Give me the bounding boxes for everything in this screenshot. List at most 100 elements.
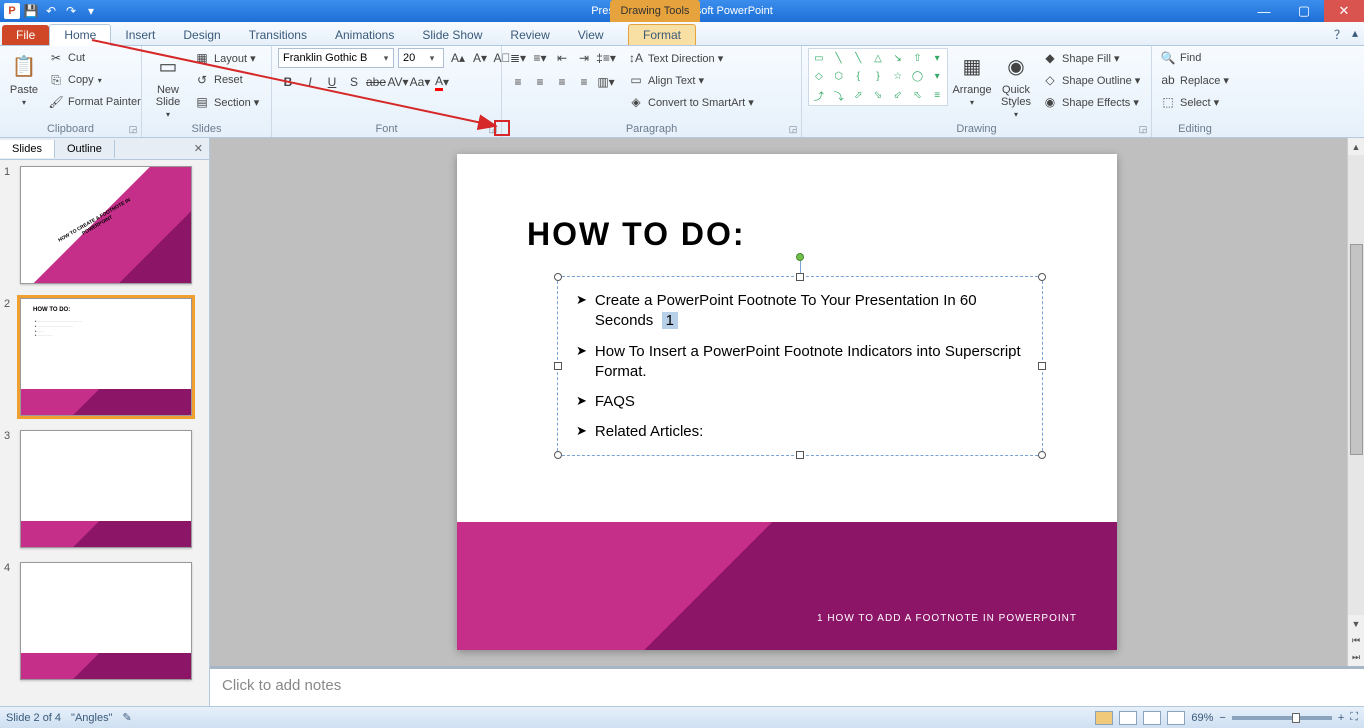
thumb-close-icon[interactable]: ✕ xyxy=(188,142,209,155)
window-close-button[interactable]: ✕ xyxy=(1324,0,1364,22)
resize-handle-s[interactable] xyxy=(796,451,804,459)
resize-handle-sw[interactable] xyxy=(554,451,562,459)
qat-undo-icon[interactable]: ↶ xyxy=(42,2,60,20)
increase-indent-icon[interactable]: ⇥ xyxy=(574,48,594,68)
section-button[interactable]: ▤Section ▾ xyxy=(192,92,261,112)
tab-slideshow[interactable]: Slide Show xyxy=(408,25,496,45)
line-spacing-icon[interactable]: ‡≡▾ xyxy=(596,48,616,68)
slide-footnote-text[interactable]: 1 HOW TO ADD A FOOTNOTE IN POWERPOINT xyxy=(817,613,1077,624)
cut-button[interactable]: ✂Cut xyxy=(46,48,143,68)
notes-pane[interactable]: Click to add notes xyxy=(210,666,1364,706)
tab-transitions[interactable]: Transitions xyxy=(235,25,321,45)
spellcheck-icon[interactable]: ✎ xyxy=(123,711,132,724)
paragraph-launcher-icon[interactable]: ◲ xyxy=(787,123,799,135)
bold-icon[interactable]: B xyxy=(278,72,298,92)
shapes-gallery[interactable]: ▭╲╲△↘⇧▾ ◇⬡{}☆◯▾ ⤴⤵⬀⬂⬃⬁≡ xyxy=(808,48,948,106)
columns-icon[interactable]: ▥▾ xyxy=(596,72,616,92)
reset-button[interactable]: ↺Reset xyxy=(192,70,261,90)
sorter-view-button[interactable] xyxy=(1119,711,1137,725)
paste-button[interactable]: 📋 Paste ▾ xyxy=(6,48,42,109)
decrease-indent-icon[interactable]: ⇤ xyxy=(552,48,572,68)
resize-handle-n[interactable] xyxy=(796,273,804,281)
tab-format[interactable]: Format xyxy=(628,24,696,45)
shape-outline-button[interactable]: ◇Shape Outline ▾ xyxy=(1040,70,1142,90)
bullet-item-2[interactable]: How To Insert a PowerPoint Footnote Indi… xyxy=(576,342,1024,383)
justify-icon[interactable]: ≡ xyxy=(574,72,594,92)
tab-view[interactable]: View xyxy=(564,25,618,45)
new-slide-button[interactable]: ▭ New Slide ▾ xyxy=(148,48,188,121)
fit-window-icon[interactable]: ⛶ xyxy=(1350,711,1358,724)
zoom-slider-thumb[interactable] xyxy=(1292,713,1300,723)
format-painter-button[interactable]: 🖌Format Painter xyxy=(46,92,143,112)
align-center-icon[interactable]: ≡ xyxy=(530,72,550,92)
window-minimize-button[interactable]: — xyxy=(1244,0,1284,22)
zoom-slider[interactable] xyxy=(1232,716,1332,720)
resize-handle-nw[interactable] xyxy=(554,273,562,281)
numbering-icon[interactable]: ≡▾ xyxy=(530,48,550,68)
slide-thumbnail-4[interactable] xyxy=(20,562,192,680)
bullet-item-4[interactable]: Related Articles: xyxy=(576,422,1024,442)
window-maximize-button[interactable]: ▢ xyxy=(1284,0,1324,22)
font-color-icon[interactable]: A▾ xyxy=(432,72,452,92)
qat-save-icon[interactable]: 💾 xyxy=(22,2,40,20)
zoom-in-icon[interactable]: + xyxy=(1338,712,1344,724)
thumb-tab-outline[interactable]: Outline xyxy=(55,140,115,158)
slide-thumbnail-1[interactable]: HOW TO CREATE A FOOTNOTE IN POWERPOINT xyxy=(20,166,192,284)
bullet-item-3[interactable]: FAQS xyxy=(576,392,1024,412)
copy-button[interactable]: ⎘Copy▾ xyxy=(46,70,143,90)
resize-handle-se[interactable] xyxy=(1038,451,1046,459)
help-icon[interactable]: ？ xyxy=(1334,26,1346,43)
clipboard-launcher-icon[interactable]: ◲ xyxy=(127,123,139,135)
font-name-combo[interactable]: ▾ xyxy=(278,48,394,68)
underline-icon[interactable]: U xyxy=(322,72,342,92)
normal-view-button[interactable] xyxy=(1095,711,1113,725)
convert-smartart-button[interactable]: ◈Convert to SmartArt ▾ xyxy=(626,92,756,112)
char-spacing-icon[interactable]: AV▾ xyxy=(388,72,408,92)
font-size-input[interactable] xyxy=(399,52,425,64)
quick-styles-button[interactable]: ◉Quick Styles▾ xyxy=(996,48,1036,121)
reading-view-button[interactable] xyxy=(1143,711,1161,725)
find-button[interactable]: 🔍Find xyxy=(1158,48,1231,68)
tab-animations[interactable]: Animations xyxy=(321,25,408,45)
decrease-font-icon[interactable]: A▾ xyxy=(470,48,490,68)
vertical-scrollbar[interactable]: ▲ ▼ ⏮ ⏭ xyxy=(1347,138,1364,666)
qat-customize-icon[interactable]: ▾ xyxy=(82,2,100,20)
content-textbox[interactable]: Create a PowerPoint Footnote To Your Pre… xyxy=(557,276,1043,456)
slideshow-view-button[interactable] xyxy=(1167,711,1185,725)
font-size-combo[interactable]: ▾ xyxy=(398,48,444,68)
qat-redo-icon[interactable]: ↷ xyxy=(62,2,80,20)
scroll-thumb[interactable] xyxy=(1350,244,1363,455)
layout-button[interactable]: ▦Layout ▾ xyxy=(192,48,261,68)
bullet-item-1[interactable]: Create a PowerPoint Footnote To Your Pre… xyxy=(576,291,1024,332)
rotation-handle-icon[interactable] xyxy=(796,253,804,261)
resize-handle-ne[interactable] xyxy=(1038,273,1046,281)
bullet-list[interactable]: Create a PowerPoint Footnote To Your Pre… xyxy=(558,277,1042,467)
font-name-input[interactable] xyxy=(279,52,379,64)
italic-icon[interactable]: I xyxy=(300,72,320,92)
align-left-icon[interactable]: ≡ xyxy=(508,72,528,92)
resize-handle-e[interactable] xyxy=(1038,362,1046,370)
minimize-ribbon-icon[interactable]: ▴ xyxy=(1352,26,1358,43)
next-slide-icon[interactable]: ⏭ xyxy=(1348,649,1364,666)
resize-handle-w[interactable] xyxy=(554,362,562,370)
select-button[interactable]: ⬚Select ▾ xyxy=(1158,92,1231,112)
zoom-level[interactable]: 69% xyxy=(1191,712,1213,724)
tab-home[interactable]: Home xyxy=(49,24,111,46)
tab-review[interactable]: Review xyxy=(496,25,563,45)
strikethrough-icon[interactable]: abe xyxy=(366,72,386,92)
arrange-button[interactable]: ▦Arrange▾ xyxy=(952,48,992,109)
increase-font-icon[interactable]: A▴ xyxy=(448,48,468,68)
bullets-icon[interactable]: ≣▾ xyxy=(508,48,528,68)
shape-effects-button[interactable]: ◉Shape Effects ▾ xyxy=(1040,92,1142,112)
drawing-launcher-icon[interactable]: ◲ xyxy=(1137,123,1149,135)
scroll-up-icon[interactable]: ▲ xyxy=(1348,138,1364,155)
slide-thumbnail-2[interactable]: HOW TO DO: ▸ ………………………………………▸ …………………………… xyxy=(20,298,192,416)
tab-file[interactable]: File xyxy=(2,25,49,45)
scroll-down-icon[interactable]: ▼ xyxy=(1348,615,1364,632)
slide-title[interactable]: HOW TO DO: xyxy=(527,216,746,253)
slide-thumbnail-3[interactable] xyxy=(20,430,192,548)
align-right-icon[interactable]: ≡ xyxy=(552,72,572,92)
shape-fill-button[interactable]: ◆Shape Fill ▾ xyxy=(1040,48,1142,68)
change-case-icon[interactable]: Aa▾ xyxy=(410,72,430,92)
tab-design[interactable]: Design xyxy=(169,25,234,45)
